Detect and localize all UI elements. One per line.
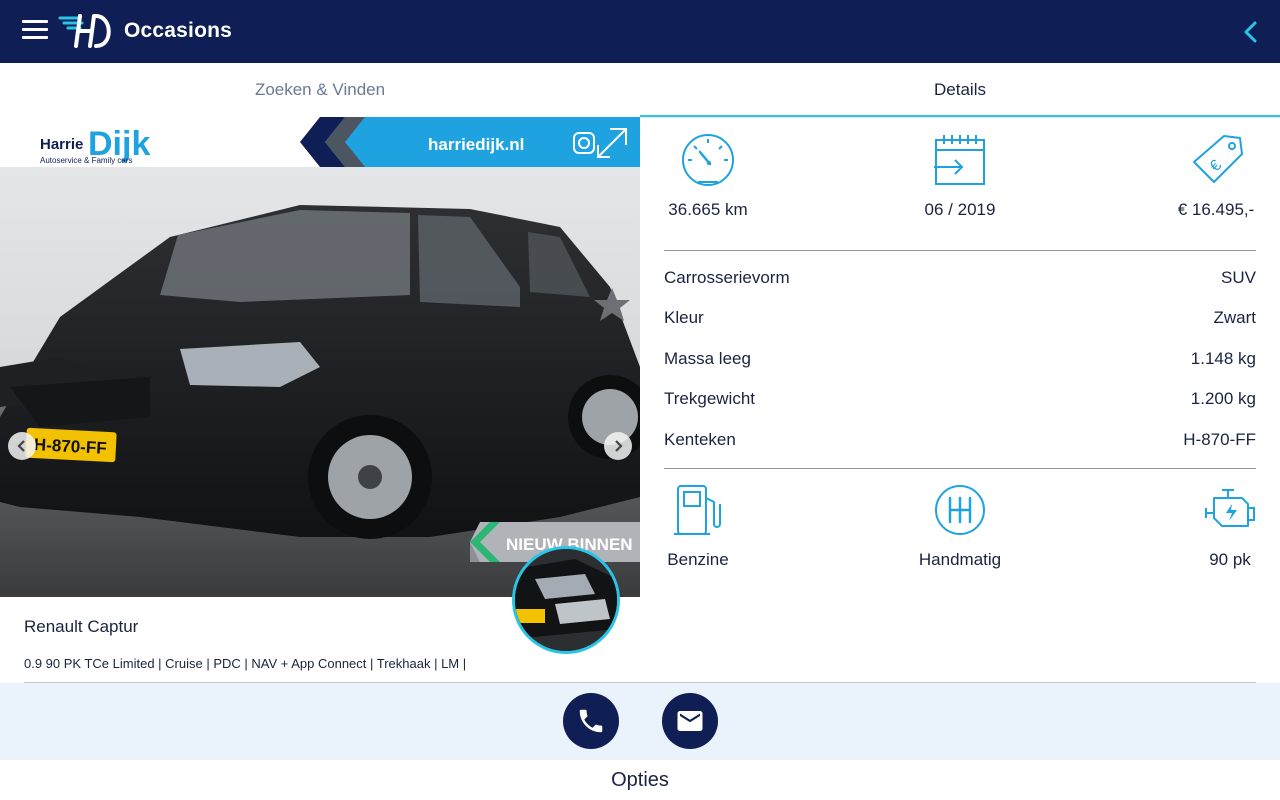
chevron-right-icon xyxy=(615,440,623,452)
tab-bar: Zoeken & Vinden Details xyxy=(0,63,1280,118)
call-button[interactable] xyxy=(563,693,619,749)
chevron-left-icon xyxy=(17,440,25,452)
tab-details[interactable]: Details xyxy=(640,63,1280,117)
active-tab-indicator xyxy=(640,115,1280,117)
tab-zoeken-vinden[interactable]: Zoeken & Vinden xyxy=(0,63,640,117)
banner-tagline: Autoservice & Family cars xyxy=(40,156,132,165)
calendar-icon xyxy=(934,135,985,185)
app-logo xyxy=(58,14,111,48)
chevron-left-icon[interactable] xyxy=(1238,18,1264,46)
spec-row: Massa leeg 1.148 kg xyxy=(664,349,1256,373)
photo-thumbnail[interactable] xyxy=(512,546,620,654)
spec-label: Carrosserievorm xyxy=(664,268,790,287)
license-plate-text: H-870-FF xyxy=(33,435,107,458)
spec-value: Zwart xyxy=(1213,308,1257,327)
stat-power: 90 pk xyxy=(1170,482,1280,570)
divider xyxy=(664,468,1256,469)
app-title: Occasions xyxy=(124,19,233,42)
prev-photo-button[interactable] xyxy=(8,432,36,460)
gearbox-icon xyxy=(935,485,985,535)
app-bar: Occasions xyxy=(0,0,1280,63)
options-button[interactable]: Opties xyxy=(0,760,1280,800)
spec-label: Kenteken xyxy=(664,430,736,449)
stat-registration-date: 06 / 2019 xyxy=(900,132,1020,220)
spec-row: Kleur Zwart xyxy=(664,308,1256,332)
car-photo[interactable]: H-870-FF Harrie Dijk Autoservice & Famil… xyxy=(0,117,640,597)
car-photo-image: H-870-FF Harrie Dijk Autoservice & Famil… xyxy=(0,117,640,597)
stat-mileage: 36.665 km xyxy=(648,132,768,220)
fuel-pump-icon xyxy=(674,485,721,535)
mail-icon xyxy=(677,711,703,731)
divider xyxy=(664,250,1256,251)
email-button[interactable] xyxy=(662,693,718,749)
spec-label: Massa leeg xyxy=(664,349,751,368)
spec-row: Carrosserievorm SUV xyxy=(664,268,1256,292)
speedometer-icon xyxy=(682,134,734,186)
banner-url: harriedijk.nl xyxy=(428,135,524,154)
price-tag-icon: € xyxy=(1193,135,1243,183)
registration-date-value: 06 / 2019 xyxy=(924,200,996,219)
stat-fuel: Benzine xyxy=(638,482,758,570)
next-photo-button[interactable] xyxy=(604,432,632,460)
engine-icon xyxy=(1205,489,1255,527)
stat-price: € € 16.495,- xyxy=(1156,132,1276,220)
fuel-value: Benzine xyxy=(667,550,729,569)
thumbnail-image xyxy=(515,549,617,651)
star-icon[interactable] xyxy=(592,285,632,325)
power-value: 90 pk xyxy=(1209,550,1251,569)
spec-label: Kleur xyxy=(664,308,704,327)
spec-row: Kenteken H-870-FF xyxy=(664,430,1256,454)
banner-brand-prefix: Harrie xyxy=(40,136,83,153)
spec-value: SUV xyxy=(1221,268,1256,287)
spec-value: H-870-FF xyxy=(1183,430,1256,449)
spec-value: 1.148 kg xyxy=(1190,349,1256,368)
price-value: € 16.495,- xyxy=(1177,200,1255,219)
transmission-value: Handmatig xyxy=(918,550,1002,569)
action-bar xyxy=(0,683,1280,760)
stat-transmission: Handmatig xyxy=(900,482,1020,570)
spec-value: 1.200 kg xyxy=(1190,389,1256,408)
car-subtitle: 0.9 90 PK TCe Limited | Cruise | PDC | N… xyxy=(24,656,467,671)
hamburger-menu-icon[interactable] xyxy=(22,20,48,42)
phone-icon xyxy=(579,709,603,733)
spec-row: Trekgewicht 1.200 kg xyxy=(664,389,1256,413)
mileage-value: 36.665 km xyxy=(668,200,748,219)
spec-label: Trekgewicht xyxy=(664,389,756,408)
car-title: Renault Captur xyxy=(24,617,139,636)
